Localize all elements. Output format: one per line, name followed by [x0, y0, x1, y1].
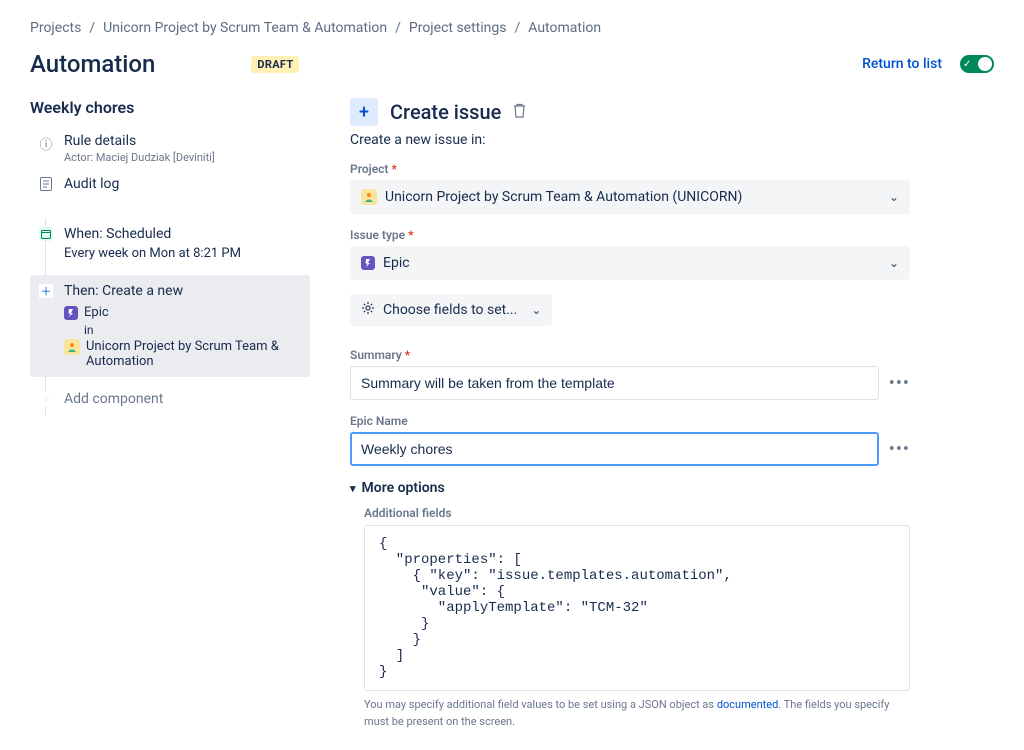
project-field-label: Project* — [350, 162, 910, 176]
rule-enabled-toggle[interactable]: ✓ — [960, 55, 994, 73]
choose-fields-label: Choose fields to set... — [383, 302, 517, 318]
rule-trigger-node[interactable]: When: Scheduled Every week on Mon at 8:2… — [30, 218, 310, 269]
calendar-icon — [39, 227, 53, 241]
chevron-down-icon: ⌄ — [531, 303, 541, 317]
project-select-value: Unicorn Project by Scrum Team & Automati… — [385, 189, 742, 205]
chevron-down-icon: ⌄ — [889, 256, 899, 270]
additional-fields-label: Additional fields — [364, 506, 910, 520]
breadcrumb-sep: / — [515, 20, 521, 36]
audit-log-label: Audit log — [64, 176, 119, 192]
rule-action-node[interactable]: ＋ Then: Create a new Epic in Unicorn Pro… — [30, 275, 310, 377]
circle-icon: ○ — [39, 392, 53, 406]
epic-icon — [64, 306, 78, 320]
additional-fields-hint: You may specify additional field values … — [364, 697, 910, 730]
epic-name-input[interactable] — [350, 432, 879, 466]
rule-name: Weekly chores — [30, 98, 310, 117]
gear-icon — [361, 301, 375, 319]
more-options-label: More options — [362, 480, 445, 496]
choose-fields-button[interactable]: Choose fields to set... ⌄ — [350, 294, 552, 326]
panel-title: Create issue — [390, 100, 501, 124]
trash-icon[interactable] — [513, 103, 526, 122]
draft-badge: DRAFT — [251, 56, 299, 73]
check-icon: ✓ — [963, 59, 971, 70]
action-title: Then: Create a new — [64, 283, 302, 299]
rule-details-actor: Actor: Maciej Dudziak [Deviniti] — [64, 151, 215, 164]
documented-link[interactable]: documented — [717, 698, 779, 711]
add-component-label: Add component — [64, 391, 302, 407]
action-in-label: in — [84, 323, 302, 337]
plus-icon: ＋ — [39, 284, 53, 298]
trigger-title: When: Scheduled — [64, 226, 302, 242]
rule-details-label: Rule details — [64, 133, 215, 149]
create-issue-icon: + — [350, 98, 378, 126]
breadcrumb-item[interactable]: Automation — [528, 20, 601, 36]
breadcrumb-item[interactable]: Project settings — [409, 20, 507, 36]
return-to-list-link[interactable]: Return to list — [862, 56, 942, 72]
issue-type-label: Issue type* — [350, 228, 910, 242]
more-actions-icon[interactable]: ••• — [889, 439, 910, 460]
breadcrumb-sep: / — [395, 20, 401, 36]
summary-input[interactable] — [350, 366, 879, 400]
action-project-name: Unicorn Project by Scrum Team & Automati… — [86, 339, 302, 369]
sidebar-rule-details[interactable]: ⓘ Rule details Actor: Maciej Dudziak [De… — [30, 127, 310, 170]
add-component-node[interactable]: ○ Add component — [30, 383, 310, 415]
additional-fields-json-textarea[interactable]: { "properties": [ { "key": "issue.templa… — [364, 525, 910, 691]
info-icon: ⓘ — [38, 134, 54, 153]
breadcrumb-item[interactable]: Unicorn Project by Scrum Team & Automati… — [103, 20, 387, 36]
panel-subtitle: Create a new issue in: — [350, 132, 910, 148]
trigger-subtitle: Every week on Mon at 8:21 PM — [64, 246, 302, 261]
page-title: Automation — [30, 50, 155, 78]
breadcrumb-item[interactable]: Projects — [30, 20, 81, 36]
epic-icon — [361, 256, 375, 270]
caret-down-icon: ▾ — [350, 482, 356, 495]
issue-type-value: Epic — [383, 255, 410, 271]
action-epic-label: Epic — [84, 305, 109, 320]
project-avatar-icon — [361, 189, 377, 205]
summary-field-label: Summary* — [350, 348, 910, 362]
chevron-down-icon: ⌄ — [889, 190, 899, 204]
epic-name-field-label: Epic Name — [350, 414, 910, 428]
breadcrumb-sep: / — [89, 20, 95, 36]
sidebar-audit-log[interactable]: Audit log — [30, 170, 310, 198]
project-avatar-icon — [64, 339, 80, 355]
project-select[interactable]: Unicorn Project by Scrum Team & Automati… — [350, 180, 910, 214]
more-actions-icon[interactable]: ••• — [889, 373, 910, 394]
document-icon — [38, 177, 54, 191]
breadcrumb: Projects / Unicorn Project by Scrum Team… — [30, 20, 994, 36]
more-options-toggle[interactable]: ▾ More options — [350, 480, 910, 496]
issue-type-select[interactable]: Epic ⌄ — [350, 246, 910, 280]
